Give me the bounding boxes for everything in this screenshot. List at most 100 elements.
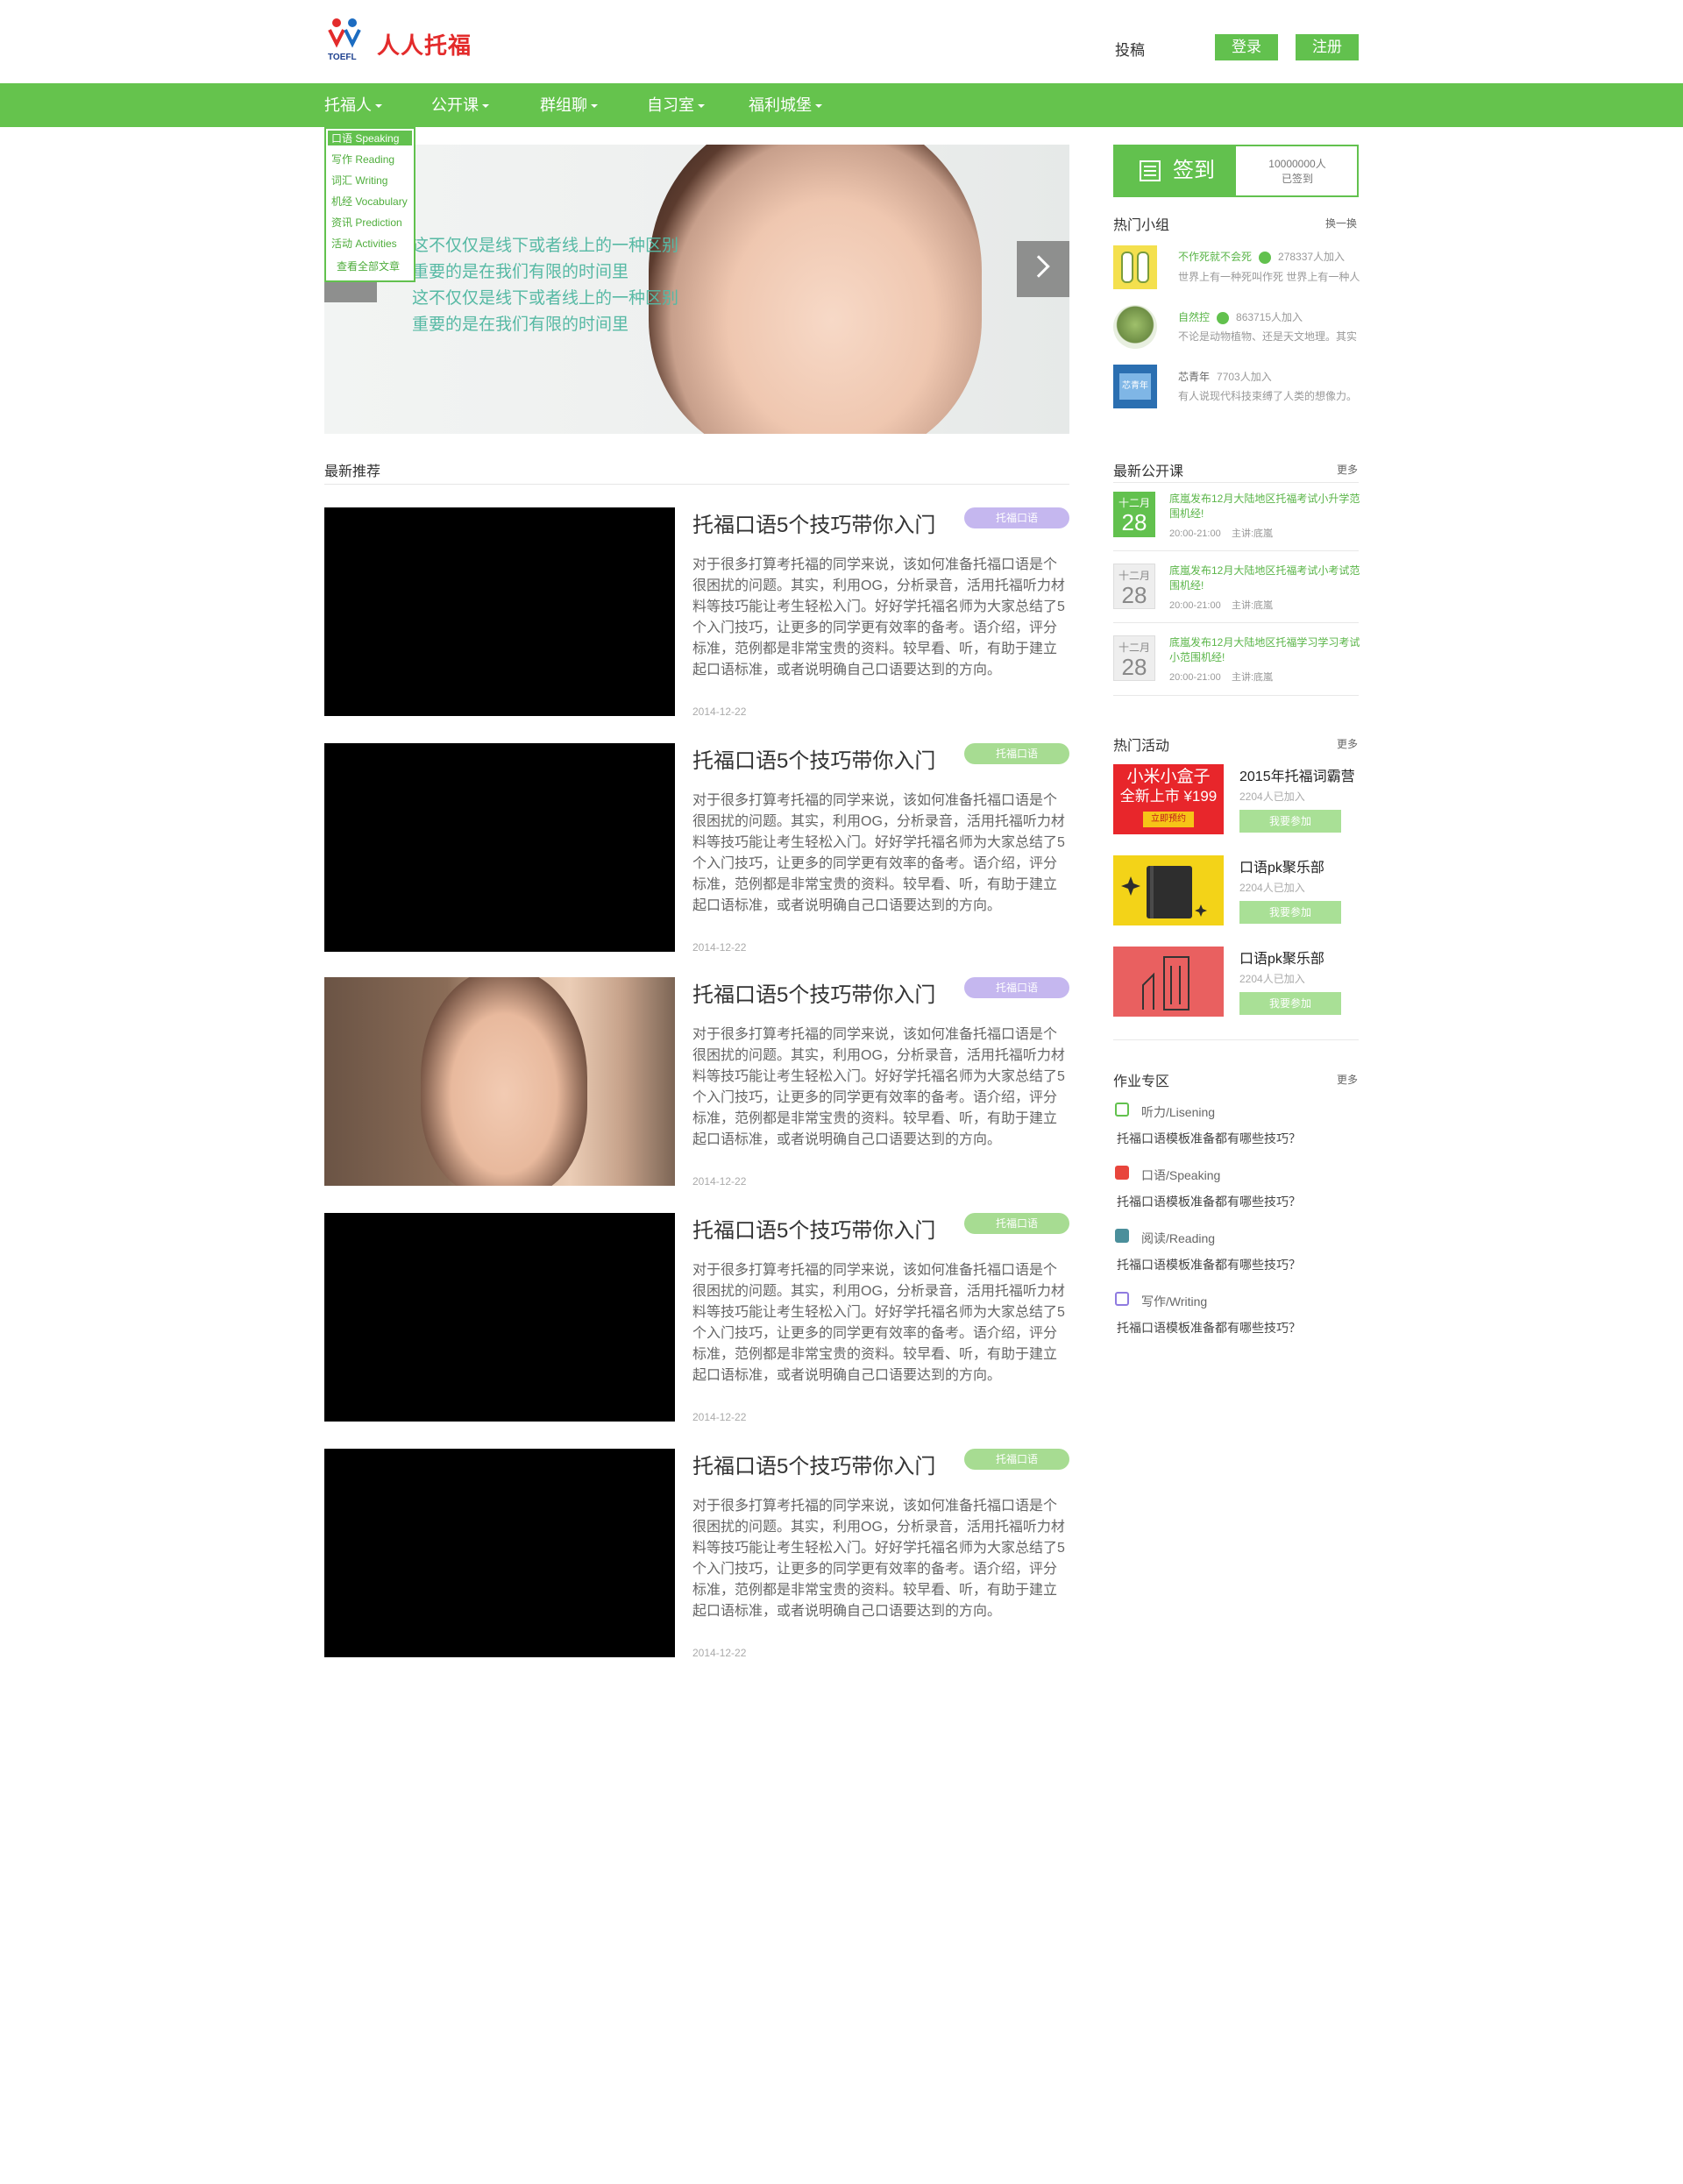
article-card[interactable]: 托福口语5个技巧带你入门 托福口语 对于很多打算考托福的同学来说，该如何准备托福… — [324, 1213, 1069, 1423]
signin-button[interactable]: 签到 — [1115, 146, 1236, 195]
article-thumbnail[interactable] — [324, 507, 675, 716]
group-description: 世界上有一种死叫作死 世界上有一种人 — [1178, 271, 1360, 283]
activity-image[interactable] — [1113, 947, 1224, 1017]
pencil-icon — [1115, 1292, 1129, 1306]
article-tag[interactable]: 托福口语 — [964, 1449, 1069, 1470]
activity-title[interactable]: 口语pk聚乐部 — [1239, 855, 1324, 876]
article-tag[interactable]: 托福口语 — [964, 507, 1069, 528]
article-thumbnail[interactable] — [324, 1449, 675, 1657]
nav-item-study-room[interactable]: 自习室 — [647, 83, 705, 127]
group-description: 不论是动物植物、还是天文地理。其实 — [1178, 330, 1358, 343]
course-date: 十二月 28 — [1113, 564, 1155, 609]
hero-banner[interactable]: 这不仅仅是线下或者线上的一种区别 重要的是在我们有限的时间里 这不仅仅是线下或者… — [324, 145, 1069, 434]
activity-image[interactable]: 小米小盒子 全新上市 ¥199 立即预约 — [1113, 764, 1224, 834]
homework-category[interactable]: 口语/Speaking — [1141, 1166, 1220, 1184]
article-thumbnail[interactable] — [324, 743, 675, 952]
course-meta: 20:00-21:00 主讲:底嵐 — [1169, 526, 1273, 540]
join-activity-button[interactable]: 我要参加 — [1239, 992, 1341, 1015]
homework-question[interactable]: 托福口语模板准备都有哪些技巧？ — [1117, 1193, 1301, 1210]
dropdown-item-writing[interactable]: 写作 Reading — [331, 152, 394, 167]
divider — [1113, 482, 1359, 483]
homework-category[interactable]: 听力/Lisening — [1141, 1103, 1215, 1121]
headphones-icon — [1115, 1103, 1129, 1117]
activity-title[interactable]: 2015年托福词霸营 — [1239, 764, 1355, 785]
group-name[interactable]: 芯青年 7703人加入 — [1178, 369, 1272, 384]
article-card[interactable]: 托福口语5个技巧带你入门 托福口语 对于很多打算考托福的同学来说，该如何准备托福… — [324, 977, 1069, 1188]
article-title[interactable]: 托福口语5个技巧带你入门 — [692, 1449, 935, 1479]
signin-count: 10000000人 — [1268, 158, 1326, 170]
course-title[interactable]: 底嵐发布12月大陆地区托福考试小升学范围机经! — [1169, 492, 1362, 521]
article-summary: 对于很多打算考托福的同学来说，该如何准备托福口语是个很困扰的问题。其实，利用OG… — [692, 1027, 1065, 1147]
nav-item-group-chat[interactable]: 群组聊 — [540, 83, 598, 127]
notebook-sparkle-icon — [1121, 866, 1207, 918]
homework-question[interactable]: 托福口语模板准备都有哪些技巧？ — [1117, 1130, 1301, 1147]
course-title[interactable]: 底嵐发布12月大陆地区托福学习学习考试小范围机经! — [1169, 635, 1362, 665]
article-card[interactable]: 托福口语5个技巧带你入门 托福口语 对于很多打算考托福的同学来说，该如何准备托福… — [324, 1449, 1069, 1659]
homework-more-link[interactable]: 更多 — [1337, 1072, 1358, 1087]
course-day: 28 — [1121, 582, 1147, 608]
course-host: 主讲:底嵐 — [1231, 528, 1274, 539]
group-description: 有人说现代科技束缚了人类的想像力。 — [1178, 390, 1358, 402]
login-button[interactable]: 登录 — [1215, 34, 1278, 60]
activity-image[interactable] — [1113, 855, 1224, 925]
groups-refresh-link[interactable]: 换一换 — [1325, 216, 1357, 230]
dropdown-item-vocabulary[interactable]: 词汇 Writing — [331, 173, 387, 188]
site-header: 人人托福 TOEFL 投稿 登录 注册 — [0, 0, 1683, 82]
course-day: 28 — [1121, 509, 1147, 535]
divider — [1113, 550, 1359, 551]
article-card[interactable]: 托福口语5个技巧带你入门 托福口语 对于很多打算考托福的同学来说，该如何准备托福… — [324, 743, 1069, 954]
dropdown-item-speaking[interactable]: 口语 Speaking — [328, 131, 412, 145]
register-button[interactable]: 注册 — [1296, 34, 1359, 60]
nav-item-welfare[interactable]: 福利城堡 — [749, 83, 822, 127]
article-thumbnail[interactable] — [324, 977, 675, 1186]
submit-link[interactable]: 投稿 — [1115, 38, 1145, 60]
homework-category[interactable]: 写作/Writing — [1141, 1293, 1207, 1310]
join-activity-button[interactable]: 我要参加 — [1239, 901, 1341, 924]
activity-count: 2204人已加入 — [1239, 791, 1305, 803]
nav-item-toefl-people[interactable]: 托福人 — [324, 83, 382, 127]
article-card[interactable]: 托福口语5个技巧带你入门 托福口语 对于很多打算考托福的同学来说，该如何准备托福… — [324, 507, 1069, 718]
signin-label: 签到 — [1173, 159, 1215, 182]
group-avatar[interactable] — [1113, 245, 1157, 289]
dropdown-item-machine[interactable]: 机经 Vocabulary — [331, 194, 408, 209]
caret-down-icon — [698, 104, 705, 109]
course-date: 十二月 28 — [1113, 635, 1155, 681]
article-date: 2014-12-22 — [692, 1411, 747, 1423]
group-avatar[interactable]: 芯青年 — [1113, 365, 1157, 408]
article-tag[interactable]: 托福口语 — [964, 743, 1069, 764]
course-month: 十二月 — [1118, 497, 1150, 509]
banner-line: 这不仅仅是线下或者线上的一种区别 — [412, 237, 679, 255]
dropdown-item-activities[interactable]: 活动 Activities — [331, 236, 397, 251]
homework-category[interactable]: 阅读/Reading — [1141, 1230, 1215, 1247]
site-logo[interactable]: 人人托福 TOEFL — [324, 18, 473, 63]
nav-item-open-class[interactable]: 公开课 — [431, 83, 489, 127]
group-name[interactable]: 不作死就不会死 278337人加入 — [1178, 249, 1345, 264]
group-name[interactable]: 自然控 863715人加入 — [1178, 309, 1303, 324]
building-icon — [1142, 956, 1189, 1010]
article-tag[interactable]: 托福口语 — [964, 977, 1069, 998]
article-title[interactable]: 托福口语5个技巧带你入门 — [692, 507, 935, 538]
signin-status: 已签到 — [1281, 173, 1313, 185]
homework-question[interactable]: 托福口语模板准备都有哪些技巧？ — [1117, 1256, 1301, 1273]
activity-title[interactable]: 口语pk聚乐部 — [1239, 947, 1324, 968]
homework-question[interactable]: 托福口语模板准备都有哪些技巧？ — [1117, 1319, 1301, 1337]
logo-subtitle: TOEFL — [328, 53, 357, 62]
recommend-title: 最新推荐 — [324, 464, 381, 479]
article-title[interactable]: 托福口语5个技巧带你入门 — [692, 1213, 935, 1244]
activities-more-link[interactable]: 更多 — [1337, 736, 1358, 751]
verified-badge-icon — [1259, 251, 1272, 264]
dropdown-view-all[interactable]: 查看全部文章 — [337, 259, 400, 273]
dropdown-item-news[interactable]: 资讯 Prediction — [331, 215, 402, 230]
join-activity-button[interactable]: 我要参加 — [1239, 810, 1341, 833]
article-thumbnail[interactable] — [324, 1213, 675, 1422]
divider — [1113, 622, 1359, 623]
banner-next-button[interactable] — [1017, 241, 1069, 297]
article-title[interactable]: 托福口语5个技巧带你入门 — [692, 977, 935, 1008]
article-summary: 对于很多打算考托福的同学来说，该如何准备托福口语是个很困扰的问题。其实，利用OG… — [692, 793, 1065, 913]
article-summary: 对于很多打算考托福的同学来说，该如何准备托福口语是个很困扰的问题。其实，利用OG… — [692, 1263, 1065, 1383]
group-avatar[interactable] — [1113, 305, 1157, 349]
article-title[interactable]: 托福口语5个技巧带你入门 — [692, 743, 935, 774]
course-title[interactable]: 底嵐发布12月大陆地区托福考试小考试范围机经! — [1169, 564, 1362, 593]
article-tag[interactable]: 托福口语 — [964, 1213, 1069, 1234]
courses-more-link[interactable]: 更多 — [1337, 462, 1358, 477]
